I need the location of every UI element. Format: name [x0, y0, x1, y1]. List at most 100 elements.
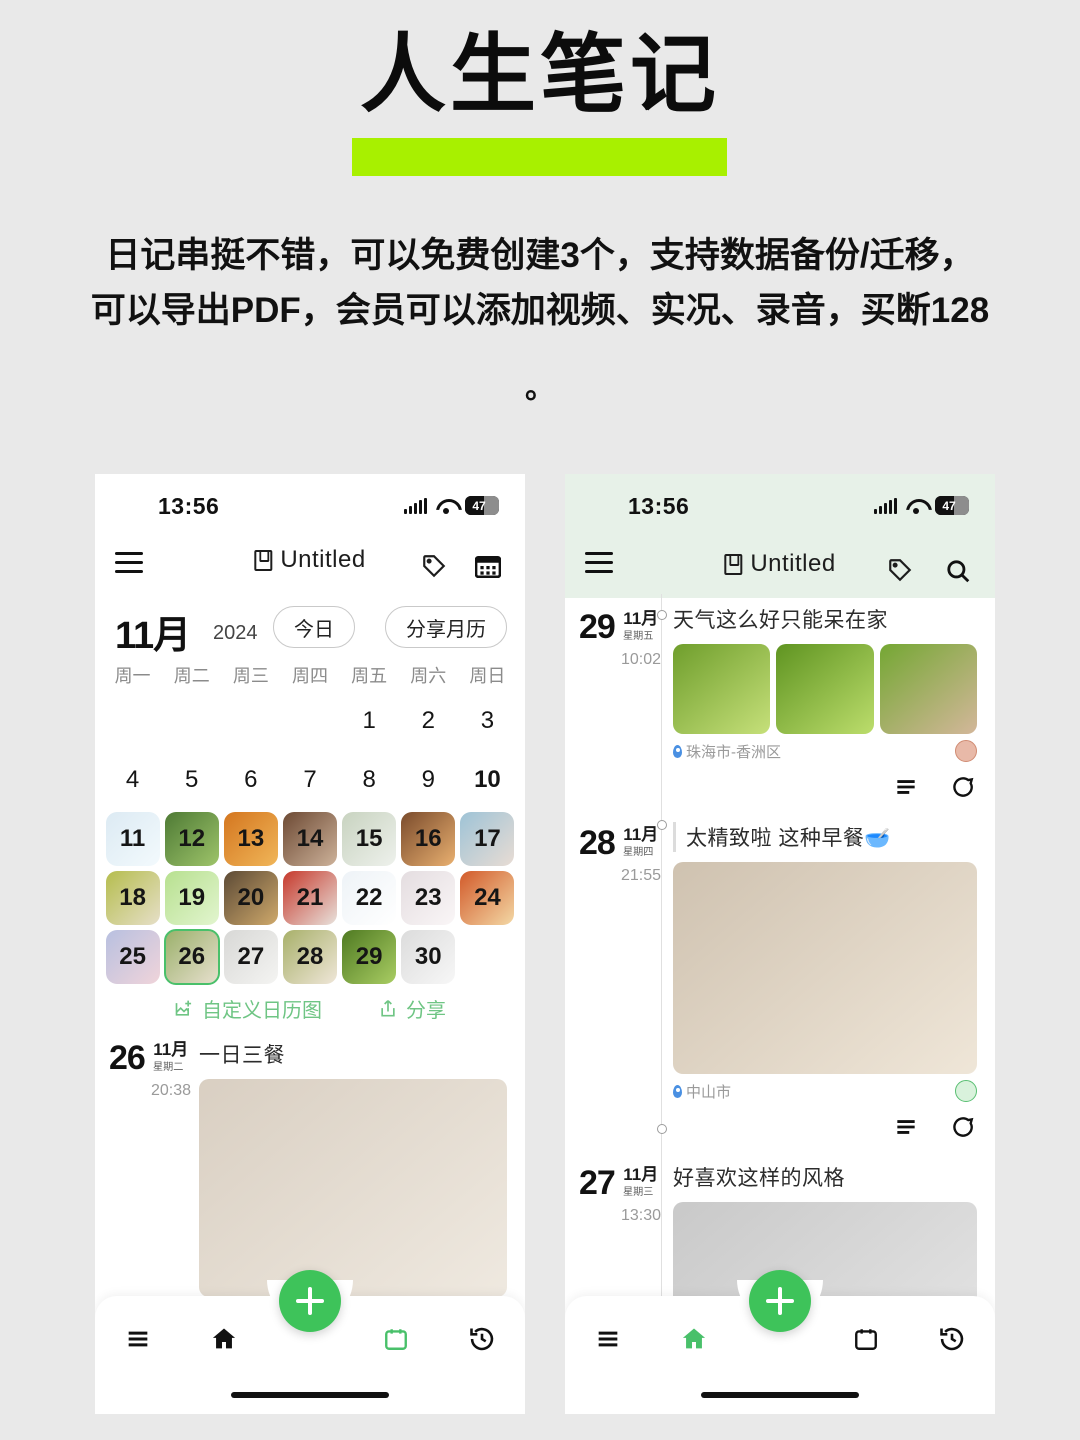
bottom-nav-bar-right	[565, 1270, 995, 1414]
entry-photo[interactable]	[879, 644, 977, 734]
nav-home[interactable]	[651, 1325, 737, 1353]
calendar-day-number: 11	[119, 824, 146, 852]
calendar-day-cell[interactable]: 27	[221, 928, 280, 985]
notebook-title[interactable]: Untitled	[724, 550, 835, 578]
entry-time: 10:02	[621, 651, 662, 668]
calendar-day-cell[interactable]: 28	[280, 928, 339, 985]
calendar-day-cell[interactable]: 30	[399, 928, 458, 985]
calendar-day-number: 27	[237, 942, 265, 970]
signal-icon	[874, 497, 897, 514]
share-calendar-button[interactable]: 分享	[378, 994, 446, 1023]
entry-month: 11月	[623, 825, 659, 844]
calendar-day-cell[interactable]: 9	[399, 751, 458, 808]
entry-date: 28 11月 星期四 21:55	[579, 824, 679, 885]
calendar-day-cell[interactable]: 25	[103, 928, 162, 985]
diary-entry[interactable]: 28 11月 星期四 21:55 太精致啦 这种早餐🥣 中山市	[565, 810, 995, 1150]
calendar-blank-cell	[221, 692, 280, 749]
nav-home[interactable]	[181, 1325, 267, 1353]
calendar-day-cell[interactable]: 24	[458, 869, 517, 926]
calendar-day-cell[interactable]: 7	[280, 751, 339, 808]
signal-icon	[404, 497, 427, 514]
calendar-day-cell[interactable]: 6	[221, 751, 280, 808]
calendar-day-cell[interactable]: 20	[221, 869, 280, 926]
calendar-day-cell[interactable]: 17	[458, 810, 517, 867]
entry-photo[interactable]	[776, 644, 874, 734]
calendar-day-number: 5	[185, 765, 199, 793]
entry-location: 珠海市-香洲区	[673, 741, 781, 762]
entry-location-label: 珠海市-香洲区	[686, 743, 781, 761]
calendar-day-number: 13	[237, 824, 265, 852]
hamburger-icon[interactable]	[585, 552, 613, 573]
entry-date: 29 11月 星期五 10:02	[579, 608, 679, 669]
nav-history[interactable]	[439, 1325, 525, 1353]
custom-calendar-image-button[interactable]: 自定义日历图	[174, 994, 322, 1023]
calendar-day-number: 15	[355, 824, 383, 852]
happy-face-icon[interactable]	[955, 1080, 977, 1102]
nav-list[interactable]	[95, 1325, 181, 1353]
calendar-day-cell[interactable]: 3	[458, 692, 517, 749]
calendar-day-cell[interactable]: 5	[162, 751, 221, 808]
comment-icon[interactable]	[949, 774, 975, 800]
calendar-day-cell[interactable]: 1	[340, 692, 399, 749]
calendar-day-cell[interactable]: 29	[340, 928, 399, 985]
notebook-title-label: Untitled	[280, 546, 366, 573]
calendar-day-cell[interactable]: 4	[103, 751, 162, 808]
weekday-label: 周二	[173, 666, 210, 686]
hamburger-icon[interactable]	[115, 552, 143, 573]
nav-history[interactable]	[909, 1325, 995, 1353]
calendar-day-cell[interactable]: 14	[280, 810, 339, 867]
entry-date: 26 11月 星期二 20:38	[109, 1039, 209, 1100]
calendar-day-cell[interactable]: 21	[280, 869, 339, 926]
entry-photo[interactable]	[673, 644, 771, 734]
calendar-day-number: 14	[296, 824, 324, 852]
tag-icon[interactable]	[887, 557, 913, 583]
calendar-grid-icon[interactable]	[475, 554, 501, 578]
nav-calendar[interactable]	[353, 1326, 439, 1352]
calendar-day-cell[interactable]: 2	[399, 692, 458, 749]
entry-time: 20:38	[151, 1082, 192, 1099]
calendar-day-cell[interactable]: 15	[340, 810, 399, 867]
comment-icon[interactable]	[949, 1114, 975, 1140]
month-label: 11月	[115, 615, 191, 657]
entry-photo[interactable]	[199, 1079, 507, 1297]
tag-icon[interactable]	[421, 553, 447, 579]
calendar-day-cell[interactable]: 8	[340, 751, 399, 808]
today-button[interactable]: 今日	[273, 606, 355, 648]
calendar-day-cell[interactable]: 11	[103, 810, 162, 867]
calendar-day-cell[interactable]: 16	[399, 810, 458, 867]
entry-time: 13:30	[621, 1207, 662, 1224]
home-indicator	[701, 1392, 859, 1398]
share-month-button[interactable]: 分享月历	[385, 606, 507, 648]
list-icon[interactable]	[893, 1114, 919, 1140]
calendar-day-cell[interactable]: 26	[162, 928, 221, 985]
entry-photo[interactable]	[673, 862, 977, 1074]
calendar-day-cell[interactable]: 19	[162, 869, 221, 926]
calendar-blank-cell	[280, 692, 339, 749]
calendar-day-cell[interactable]: 10	[458, 751, 517, 808]
list-icon[interactable]	[893, 774, 919, 800]
status-time: 13:56	[158, 493, 220, 519]
entry-weekday: 星期三	[623, 1186, 654, 1198]
calendar-day-cell[interactable]: 12	[162, 810, 221, 867]
entry-title: 天气这么好只能呆在家	[673, 609, 888, 632]
timeline-dot	[657, 1124, 667, 1134]
calendar-day-cell[interactable]: 22	[340, 869, 399, 926]
calendar-day-cell[interactable]: 23	[399, 869, 458, 926]
add-entry-fab[interactable]	[279, 1270, 341, 1332]
calendar-day-number: 28	[296, 942, 324, 970]
calendar-day-cell[interactable]: 18	[103, 869, 162, 926]
calendar-day-number: 18	[119, 883, 146, 911]
notebook-title[interactable]: Untitled	[254, 546, 365, 574]
entry-day: 26	[109, 1039, 146, 1077]
diary-entry[interactable]: 29 11月 星期五 10:02 天气这么好只能呆在家 珠海市-香洲区	[565, 594, 995, 810]
sad-face-icon[interactable]	[955, 740, 977, 762]
add-entry-fab[interactable]	[749, 1270, 811, 1332]
nav-calendar[interactable]	[823, 1326, 909, 1352]
search-icon[interactable]	[945, 558, 971, 584]
calendar-day-number: 17	[474, 824, 501, 852]
nav-list[interactable]	[565, 1325, 651, 1353]
entry-location: 中山市	[673, 1081, 731, 1102]
entry-title: 好喜欢这样的风格	[673, 1167, 845, 1190]
month-header: 11月 2024 今日 分享月历	[95, 598, 525, 660]
calendar-day-cell[interactable]: 13	[221, 810, 280, 867]
